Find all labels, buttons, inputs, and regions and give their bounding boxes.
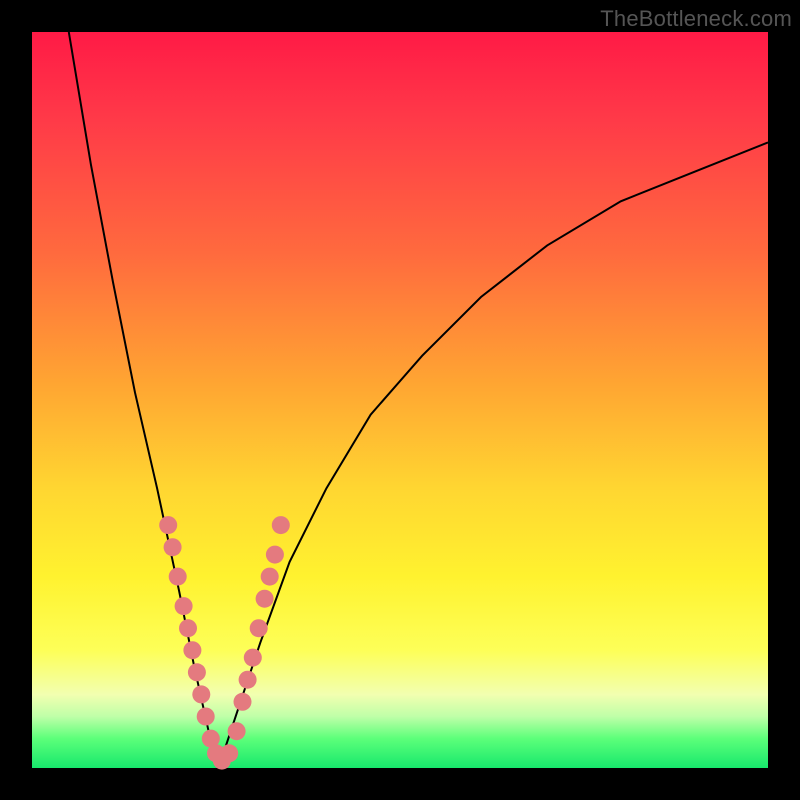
curve-marker [159,516,177,534]
curve-marker [266,546,284,564]
curve-marker [250,619,268,637]
curve-marker [256,590,274,608]
curve-marker [192,685,210,703]
curve-marker [220,744,238,762]
curve-marker [261,568,279,586]
curve-marker [239,671,257,689]
curve-marker [228,722,246,740]
curve-marker [169,568,187,586]
curve-marker [244,649,262,667]
chart-svg [32,32,768,768]
curve-marker [164,538,182,556]
curve-marker [175,597,193,615]
bottleneck-curve [69,32,768,761]
curve-marker [234,693,252,711]
curve-marker [183,641,201,659]
marker-group [159,516,290,770]
plot-area [32,32,768,768]
curve-marker [188,663,206,681]
curve-marker [197,708,215,726]
chart-frame: TheBottleneck.com [0,0,800,800]
curve-marker [179,619,197,637]
curve-marker [272,516,290,534]
watermark-text: TheBottleneck.com [600,6,792,32]
